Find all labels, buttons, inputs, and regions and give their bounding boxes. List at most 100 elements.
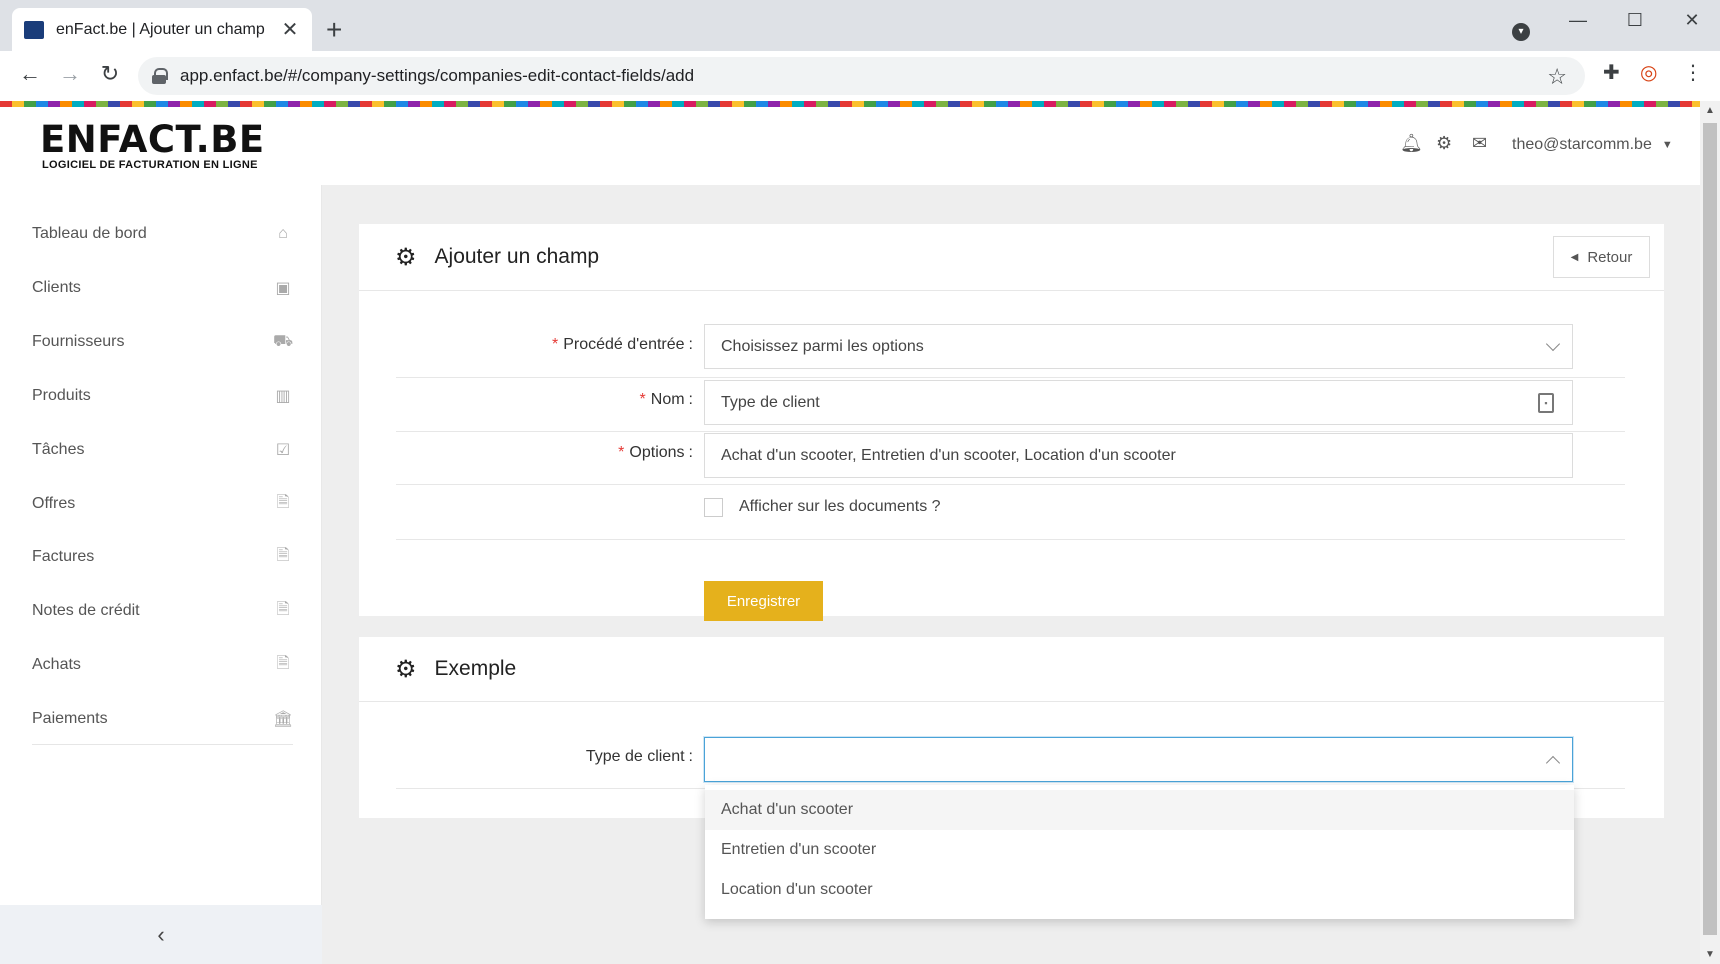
example-select[interactable] [704, 737, 1573, 782]
contact-card-icon: ▪ [1538, 393, 1554, 413]
back-button[interactable]: ◀ Retour [1553, 236, 1650, 278]
browser-menu-icon[interactable]: ⋮ [1683, 60, 1703, 85]
file-pdf-icon: 🗎 [276, 600, 290, 618]
form-row-example: Type de client: [396, 702, 1625, 789]
bank-icon: 🏛︎ [273, 711, 294, 728]
back-button-label: Retour [1587, 248, 1633, 266]
sidebar-item-factures[interactable]: Factures 🗎 [32, 537, 293, 577]
sidebar-item-notes-de-credit[interactable]: Notes de crédit 🗎 [32, 591, 293, 631]
example-field-label: Type de client: [585, 748, 693, 765]
sidebar-divider [32, 744, 293, 745]
cogs-icon[interactable]: ⚙ [1436, 133, 1452, 154]
card-header: ⚙ Ajouter un champ ◀ Retour [359, 224, 1664, 291]
chevron-up-icon [1545, 755, 1561, 771]
logo-main: ENFACT.BE [40, 118, 265, 161]
reload-icon[interactable]: ↻ [96, 63, 124, 85]
name-field-value: Type de client [721, 393, 820, 411]
form-row-show-on-docs: Afficher sur les documents ? [396, 485, 1625, 540]
barcode-icon: ▥ [275, 388, 291, 405]
page-title: Ajouter un champ [434, 245, 600, 268]
sidebar-item-achats[interactable]: Achats 🗎 [32, 645, 293, 685]
address-bar[interactable]: app.enfact.be/#/company-settings/compani… [138, 57, 1585, 95]
browser-toolbar: ← → ↻ app.enfact.be/#/company-settings/c… [0, 51, 1720, 101]
favicon-icon [24, 20, 44, 39]
window-close-icon[interactable]: ✕ [1677, 10, 1707, 31]
name-label: * Nom: [639, 391, 693, 408]
logo[interactable]: ENFACT.BE LOGICIEL DE FACTURATION EN LIG… [40, 121, 265, 171]
scrollbar[interactable]: ▲ ▼ [1700, 101, 1720, 964]
home-icon: ⌂ [278, 225, 288, 242]
scroll-down-icon[interactable]: ▼ [1705, 949, 1715, 960]
close-icon[interactable]: ✕ [280, 17, 300, 42]
sidebar-item-label: Tableau de bord [32, 225, 147, 242]
sidebar-item-label: Achats [32, 656, 81, 673]
entry-method-select[interactable]: Choisissez parmi les options [704, 324, 1573, 369]
show-on-docs-label[interactable]: Afficher sur les documents ? [739, 498, 941, 516]
user-menu[interactable]: theo@starcomm.be ▼ [1512, 136, 1673, 154]
chevron-down-icon[interactable]: ▾ [1512, 23, 1530, 41]
sidebar: Tableau de bord ⌂ Clients ▣ Fournisseurs… [0, 185, 322, 964]
gear-icon: ⚙ [395, 243, 417, 271]
sidebar-item-taches[interactable]: Tâches ☑ [32, 430, 293, 470]
forward-arrow-icon[interactable]: → [56, 63, 84, 85]
sidebar-collapse-button[interactable]: ‹ [0, 905, 322, 964]
sidebar-item-label: Offres [32, 495, 76, 512]
sidebar-item-label: Clients [32, 279, 81, 296]
required-marker: * [618, 444, 625, 461]
caret-down-icon: ▼ [1661, 139, 1673, 151]
required-marker: * [639, 391, 646, 408]
extension-logo-icon[interactable]: ◎ [1640, 60, 1657, 85]
user-email: theo@starcomm.be [1512, 136, 1652, 153]
lock-icon [152, 68, 168, 84]
name-field[interactable]: Type de client ▪ [704, 380, 1573, 425]
entry-method-label: * Procédé d'entrée: [551, 336, 693, 353]
tab-title: enFact.be | Ajouter un champ [56, 20, 265, 38]
sidebar-item-offres[interactable]: Offres 🗎 [32, 484, 293, 524]
file-pdf-icon: 🗎 [276, 654, 290, 672]
browser-tab[interactable]: enFact.be | Ajouter un champ ✕ [12, 8, 312, 51]
form-row-name: * Nom: Type de client ▪ [396, 378, 1625, 432]
show-on-docs-checkbox[interactable] [704, 498, 723, 517]
caret-left-icon: ◀ [1570, 251, 1579, 263]
file-pdf-icon: 🗎 [276, 493, 290, 511]
sidebar-item-clients[interactable]: Clients ▣ [32, 268, 293, 308]
entry-method-placeholder: Choisissez parmi les options [721, 337, 924, 355]
dropdown-option[interactable]: Achat d'un scooter [705, 790, 1574, 830]
options-field-value: Achat d'un scooter, Entretien d'un scoot… [721, 446, 1176, 464]
sidebar-item-label: Paiements [32, 710, 108, 727]
options-field[interactable]: Achat d'un scooter, Entretien d'un scoot… [704, 433, 1573, 478]
new-tab-icon[interactable]: + [326, 16, 342, 44]
envelope-icon[interactable]: ✉ [1472, 133, 1487, 154]
scroll-up-icon[interactable]: ▲ [1705, 105, 1715, 116]
calendar-check-icon: ☑ [275, 442, 291, 459]
form-row-options: * Options: Achat d'un scooter, Entretien … [396, 432, 1625, 485]
extensions-icon[interactable]: ✚ [1603, 60, 1620, 85]
logo-tagline: LOGICIEL DE FACTURATION EN LIGNE [42, 159, 258, 171]
card-header: ⚙ Exemple [359, 637, 1664, 702]
address-book-icon: ▣ [275, 280, 291, 297]
sidebar-item-label: Factures [32, 548, 95, 565]
save-button[interactable]: Enregistrer [704, 581, 823, 621]
dropdown-option[interactable]: Entretien d'un scooter [705, 830, 1574, 870]
back-arrow-icon[interactable]: ← [16, 63, 44, 85]
sidebar-item-paiements[interactable]: Paiements 🏛︎ [32, 699, 293, 739]
dropdown-option[interactable]: Location d'un scooter [705, 870, 1574, 910]
form-row-entry-method: * Procédé d'entrée: Choisissez parmi les … [396, 291, 1625, 378]
sidebar-item-label: Produits [32, 387, 91, 404]
minimize-icon[interactable]: — [1563, 10, 1593, 31]
chevron-down-icon [1545, 336, 1561, 352]
sidebar-item-label: Tâches [32, 441, 85, 458]
options-label: * Options: [618, 444, 693, 461]
add-field-card: ⚙ Ajouter un champ ◀ Retour * Procédé d'e… [359, 224, 1664, 621]
chevron-left-icon: ‹ [157, 921, 165, 947]
example-dropdown-menu: Achat d'un scooter Entretien d'un scoote… [705, 785, 1574, 919]
sidebar-item-tableau-de-bord[interactable]: Tableau de bord ⌂ [32, 214, 293, 254]
required-marker: * [551, 336, 559, 353]
gear-icon: ⚙ [395, 655, 417, 683]
sidebar-item-fournisseurs[interactable]: Fournisseurs ⛟ [32, 322, 293, 362]
maximize-icon[interactable]: ☐ [1620, 10, 1650, 31]
scroll-thumb[interactable] [1703, 123, 1717, 935]
bookmark-star-icon[interactable]: ☆ [1547, 64, 1567, 90]
bell-icon[interactable]: 🔔︎ [1400, 133, 1423, 154]
sidebar-item-produits[interactable]: Produits ▥ [32, 376, 293, 416]
